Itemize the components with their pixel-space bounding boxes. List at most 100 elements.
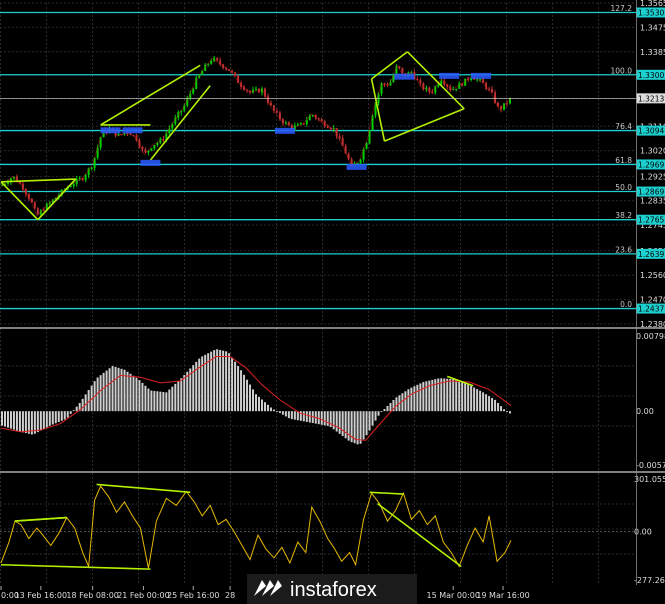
candle-body: [192, 88, 195, 94]
price-tick-label: 1.3385: [640, 48, 665, 57]
macd-bar: [0, 411, 3, 426]
macd-bar: [500, 406, 503, 412]
macd-bar: [482, 392, 485, 412]
macd-bar: [365, 411, 368, 436]
candle-body: [326, 126, 329, 128]
macd-bar: [362, 411, 365, 440]
macd-bar: [293, 411, 296, 420]
macd-bar: [269, 407, 272, 412]
fib-level-price: 1.3094: [638, 127, 664, 136]
macd-bar: [174, 383, 177, 412]
macd-bar: [54, 411, 57, 424]
current-price-label: 1.3213: [638, 94, 664, 103]
macd-bar: [237, 365, 240, 412]
macd-bar: [302, 411, 305, 422]
time-tick-label: 21 Feb 00:00: [117, 591, 169, 600]
candle-body: [320, 119, 323, 122]
macd-bar: [278, 411, 281, 413]
candle-body: [153, 145, 156, 149]
macd-bar: [344, 411, 347, 439]
macd-bar: [141, 382, 144, 412]
macd-bar: [410, 387, 413, 412]
macd-bar: [168, 389, 171, 412]
macd-bar: [9, 411, 12, 429]
fractal-mark: [122, 127, 143, 134]
candle-body: [365, 143, 368, 150]
macd-bar: [509, 411, 512, 414]
macd-bar: [305, 411, 308, 422]
macd-bar: [332, 411, 335, 430]
macd-bar: [111, 365, 114, 412]
watermark-text: instaforex: [290, 579, 377, 601]
macd-bar: [243, 374, 246, 412]
macd-bar: [422, 381, 425, 412]
fib-level-price: 1.2869: [638, 188, 664, 197]
macd-bar: [21, 411, 24, 433]
macd-bar: [395, 397, 398, 412]
macd-bar: [320, 411, 323, 425]
candle-body: [216, 57, 219, 61]
macd-bar: [183, 375, 186, 412]
macd-bar: [404, 391, 407, 412]
macd-bar: [75, 406, 78, 412]
fractal-mark: [100, 127, 121, 134]
macd-bar: [266, 404, 269, 412]
macd-bar: [272, 409, 275, 412]
price-tick-label: 1.2925: [640, 172, 665, 181]
macd-bar: [150, 390, 153, 412]
candle-body: [81, 178, 84, 181]
macd-bar: [290, 411, 293, 420]
candle-body: [287, 122, 290, 126]
macd-bar: [12, 411, 15, 430]
macd-bar: [359, 411, 362, 444]
fib-level-price: 1.2639: [638, 250, 664, 259]
macd-bar: [284, 411, 287, 417]
fib-level-price: 1.3530: [638, 8, 664, 17]
macd-bar: [323, 411, 326, 426]
price-tick-label: 1.3020: [640, 147, 665, 156]
macd-bar: [216, 349, 219, 412]
macd-bar: [260, 399, 263, 412]
fib-level-pct: 38.2: [615, 211, 632, 220]
macd-bar: [338, 411, 341, 434]
macd-bar: [219, 349, 222, 412]
macd-bar: [180, 378, 183, 412]
macd-bar: [377, 411, 380, 416]
macd-bar: [479, 390, 482, 412]
macd-bar: [222, 350, 225, 412]
candle-body: [455, 88, 458, 90]
candle-body: [6, 182, 9, 184]
macd-bar: [335, 411, 338, 432]
candle-body: [479, 78, 482, 80]
candle-body: [144, 149, 147, 153]
macd-bar: [443, 378, 446, 412]
macd-bar: [246, 379, 249, 412]
macd-bar: [326, 411, 329, 426]
candle-body: [275, 110, 278, 113]
macd-bar: [446, 378, 449, 412]
macd-bar: [135, 377, 138, 412]
macd-bar: [186, 371, 189, 412]
macd-bar: [24, 411, 27, 434]
macd-bar: [60, 411, 63, 421]
macd-bar: [51, 411, 54, 425]
macd-bar: [281, 411, 284, 415]
macd-bar: [455, 379, 458, 412]
macd-bar: [72, 410, 75, 412]
macd-bar: [485, 394, 488, 412]
fractal-mark: [394, 73, 415, 80]
macd-bar: [506, 411, 509, 412]
macd-bar: [63, 411, 66, 420]
price-tick-label: 1.3565: [640, 0, 665, 8]
macd-bar: [177, 381, 180, 412]
time-tick-label: 18 Feb 08:00: [66, 591, 118, 600]
fractal-mark: [140, 159, 161, 166]
macd-bar: [114, 366, 117, 412]
macd-bar: [162, 391, 165, 412]
fib-level-price: 1.3300: [638, 71, 664, 80]
macd-bar: [147, 388, 150, 412]
candle-body: [458, 83, 461, 89]
macd-bar: [240, 370, 243, 412]
candle-body: [296, 124, 299, 126]
candle-body: [255, 88, 257, 90]
